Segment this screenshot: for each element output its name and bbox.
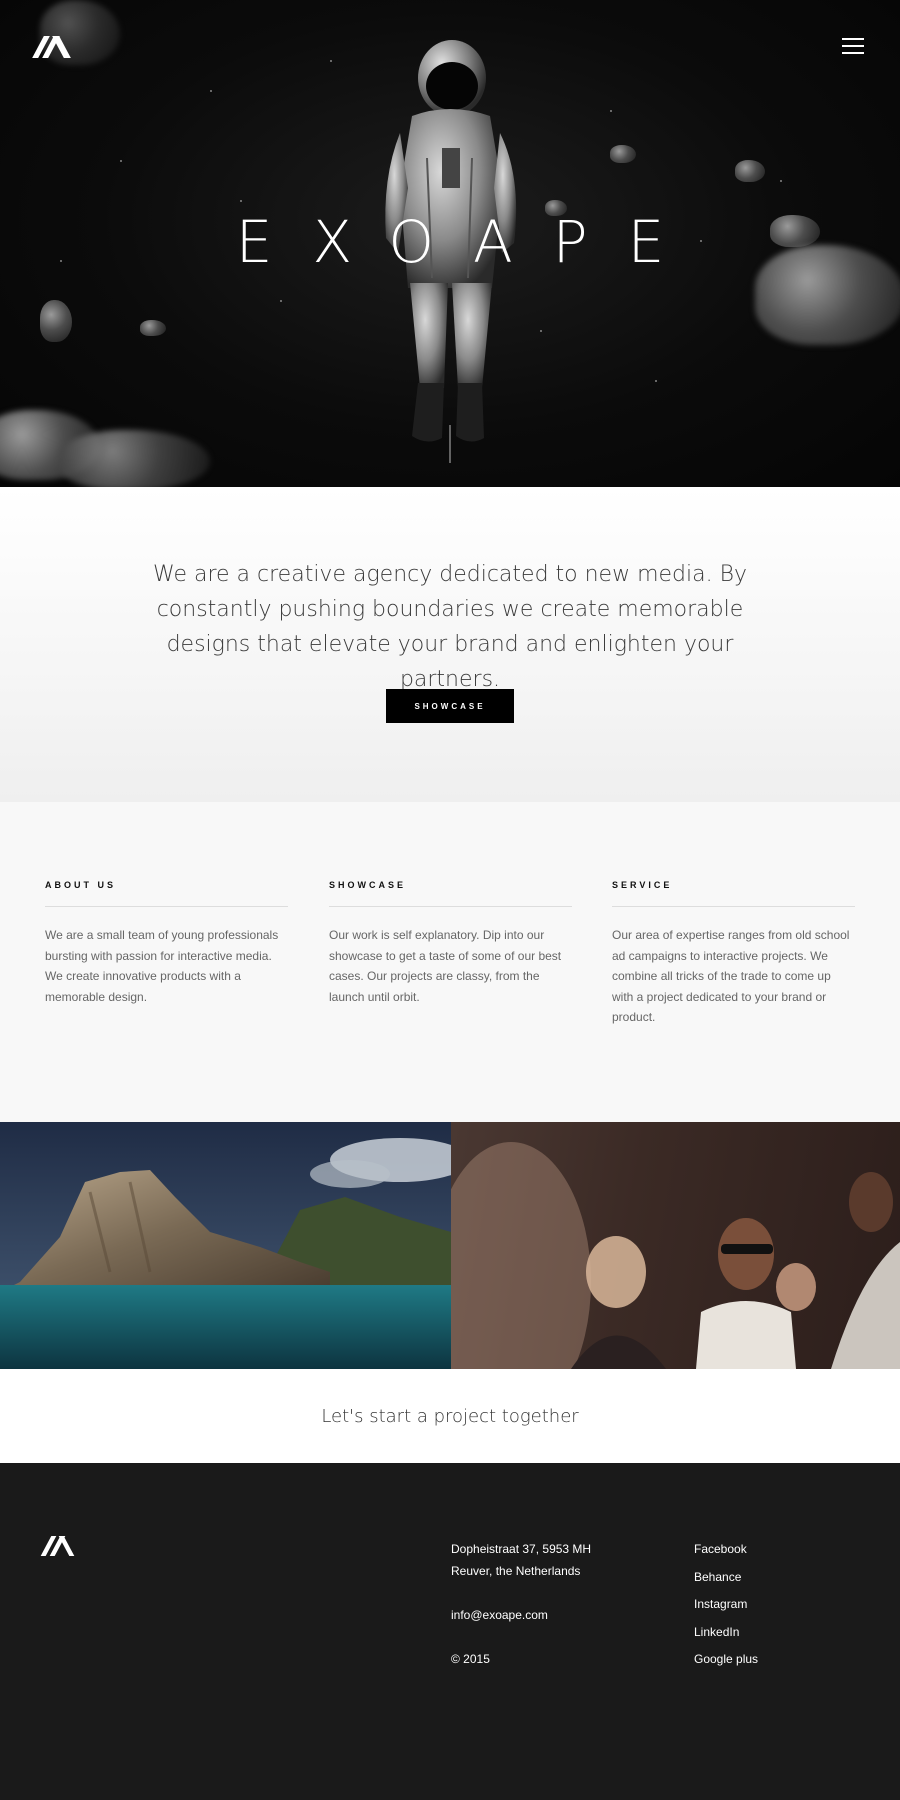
asteroid	[60, 430, 210, 487]
feature-title: ABOUT US	[45, 880, 288, 907]
asteroid	[610, 145, 636, 163]
social-link-behance[interactable]: Behance	[694, 1570, 741, 1584]
features-section: ABOUT US We are a small team of young pr…	[0, 802, 900, 1122]
intro-text: We are a creative agency dedicated to ne…	[152, 562, 748, 692]
copyright: © 2015	[451, 1652, 490, 1666]
island-photo[interactable]	[0, 1122, 451, 1369]
address: Dopheistraat 37, 5953 MH Reuver, the Net…	[451, 1538, 591, 1582]
address-line-1: Dopheistraat 37, 5953 MH	[451, 1542, 592, 1556]
concert-photo[interactable]	[451, 1122, 900, 1369]
showcase-button[interactable]: SHOWCASE	[386, 689, 514, 723]
social-link-instagram[interactable]: Instagram	[694, 1597, 747, 1611]
email-link[interactable]: info@exoape.com	[451, 1608, 548, 1622]
asteroid	[40, 300, 72, 342]
asteroid	[735, 160, 765, 182]
footer: Dopheistraat 37, 5953 MH Reuver, the Net…	[0, 1463, 900, 1800]
intro-section: We are a creative agency dedicated to ne…	[0, 487, 900, 802]
feature-body: We are a small team of young professiona…	[45, 928, 279, 1004]
feature-title: SERVICE	[612, 880, 855, 907]
feature-body: Our area of expertise ranges from old sc…	[612, 928, 850, 1024]
brand-wordmark: EXOAPE	[235, 208, 705, 276]
footer-contact: Dopheistraat 37, 5953 MH Reuver, the Net…	[451, 1538, 591, 1692]
social-link-google-plus[interactable]: Google plus	[694, 1652, 758, 1666]
feature-about-us: ABOUT US We are a small team of young pr…	[45, 880, 288, 1007]
brand-logo-icon[interactable]	[32, 36, 71, 58]
feature-body: Our work is self explanatory. Dip into o…	[329, 928, 562, 1004]
feature-service: SERVICE Our area of expertise ranges fro…	[612, 880, 855, 1028]
hero-section: EXOAPE	[0, 0, 900, 487]
social-link-facebook[interactable]: Facebook	[694, 1542, 747, 1556]
scroll-down-arrow-icon[interactable]	[449, 425, 451, 465]
asteroid	[140, 320, 166, 336]
feature-title: SHOWCASE	[329, 880, 572, 907]
cta-section: Let's start a project together	[0, 1369, 900, 1463]
social-link-linkedin[interactable]: LinkedIn	[694, 1625, 739, 1639]
footer-logo-icon[interactable]	[40, 1536, 75, 1556]
address-line-2: Reuver, the Netherlands	[451, 1564, 581, 1578]
hamburger-icon[interactable]	[842, 38, 864, 54]
start-project-link[interactable]: Let's start a project together	[0, 1406, 900, 1427]
social-links: Facebook Behance Instagram LinkedIn Goog…	[694, 1536, 758, 1674]
feature-showcase: SHOWCASE Our work is self explanatory. D…	[329, 880, 572, 1007]
